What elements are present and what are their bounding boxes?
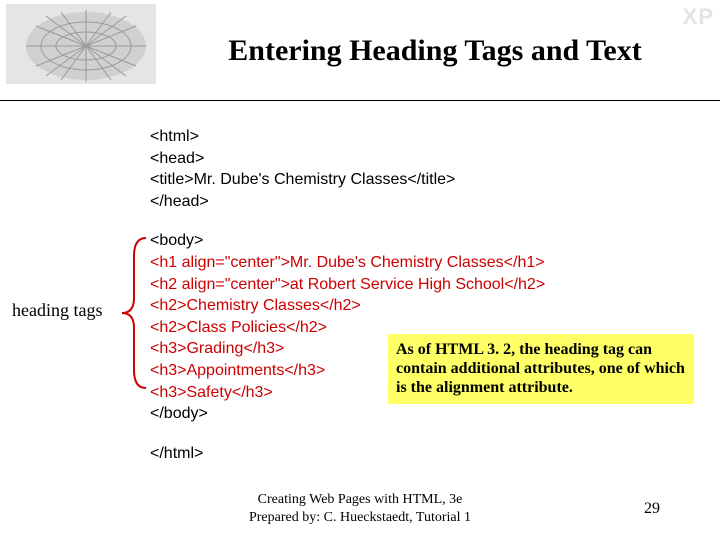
code-line: </body> [150, 403, 545, 425]
curly-bracket-icon [120, 236, 150, 390]
code-line: <html> [150, 126, 545, 148]
header-image [6, 4, 156, 84]
footer: Creating Web Pages with HTML, 3e Prepare… [0, 491, 720, 526]
blank-line [150, 212, 545, 230]
code-line: </head> [150, 191, 545, 213]
code-line: <body> [150, 230, 545, 252]
slide-header: Entering Heading Tags and Text XP [0, 0, 720, 101]
code-line-heading: <h2>Chemistry Classes</h2> [150, 295, 545, 317]
blank-line [150, 425, 545, 443]
code-line-heading: <h2 align="center">at Robert Service Hig… [150, 274, 545, 296]
code-line: <title>Mr. Dube's Chemistry Classes</tit… [150, 169, 545, 191]
footer-line: Creating Web Pages with HTML, 3e [0, 491, 720, 509]
callout-text: As of HTML 3. 2, the heading tag can con… [396, 341, 685, 396]
code-line-heading: <h1 align="center">Mr. Dube's Chemistry … [150, 252, 545, 274]
callout-note: As of HTML 3. 2, the heading tag can con… [388, 334, 694, 404]
code-line: <head> [150, 148, 545, 170]
code-line: </html> [150, 443, 545, 465]
annotation-label: heading tags [12, 300, 102, 321]
xp-badge: XP [683, 4, 714, 30]
code-block: <html> <head> <title>Mr. Dube's Chemistr… [150, 126, 545, 464]
footer-line: Prepared by: C. Hueckstaedt, Tutorial 1 [0, 509, 720, 527]
slide: Entering Heading Tags and Text XP <html>… [0, 0, 720, 540]
page-title: Entering Heading Tags and Text [170, 34, 700, 68]
page-number: 29 [644, 500, 660, 518]
